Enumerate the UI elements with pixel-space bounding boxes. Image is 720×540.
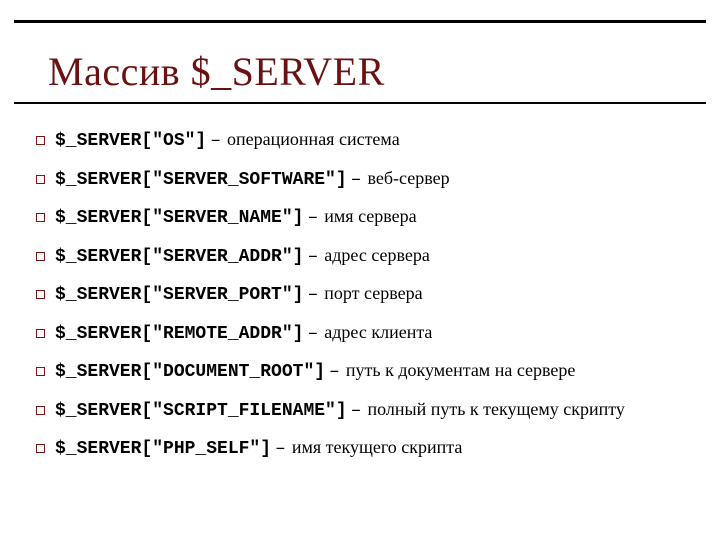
list-item: $_SERVER["PHP_SELF"] – имя текущего скри… [36,436,684,461]
separator: – [347,169,368,192]
bullet-icon [36,329,45,338]
code-text: $_SERVER["SCRIPT_FILENAME"] [55,400,347,423]
bullet-icon [36,213,45,222]
list-item: $_SERVER["SERVER_ADDR"] – адрес сервера [36,244,684,269]
slide: Массив $_SERVER $_SERVER["OS"] – операци… [0,0,720,540]
page-title: Массив $_SERVER [48,48,385,95]
list-item: $_SERVER["DOCUMENT_ROOT"] – путь к докум… [36,359,684,384]
separator: – [271,438,292,461]
bullet-icon [36,175,45,184]
list-item: $_SERVER["SERVER_PORT"] – порт сервера [36,282,684,307]
code-text: $_SERVER["SERVER_PORT"] [55,284,303,307]
code-text: $_SERVER["PHP_SELF"] [55,438,271,461]
list-item: $_SERVER["SCRIPT_FILENAME"] – полный пут… [36,398,684,423]
desc-text: полный путь к текущему скрипту [367,398,624,421]
code-text: $_SERVER["SERVER_NAME"] [55,207,303,230]
bullet-icon [36,367,45,376]
bullet-icon [36,444,45,453]
desc-text: адрес клиента [324,321,432,344]
list-item: $_SERVER["REMOTE_ADDR"] – адрес клиента [36,321,684,346]
separator: – [325,361,346,384]
code-text: $_SERVER["REMOTE_ADDR"] [55,323,303,346]
code-text: $_SERVER["DOCUMENT_ROOT"] [55,361,325,384]
desc-text: путь к документам на сервере [346,359,576,382]
list-item: $_SERVER["SERVER_NAME"] – имя сервера [36,205,684,230]
bullet-icon [36,290,45,299]
separator: – [303,323,324,346]
desc-text: имя текущего скрипта [292,436,463,459]
separator: – [303,207,324,230]
desc-text: адрес сервера [324,244,430,267]
title-underline [14,102,706,104]
code-text: $_SERVER["SERVER_ADDR"] [55,246,303,269]
separator: – [206,130,227,153]
top-accent-bar [14,20,706,23]
separator: – [303,284,324,307]
list-item: $_SERVER["OS"] – операционная система [36,128,684,153]
code-text: $_SERVER["OS"] [55,130,206,153]
desc-text: веб-сервер [367,167,449,190]
bullet-icon [36,252,45,261]
desc-text: порт сервера [324,282,422,305]
desc-text: операционная система [227,128,400,151]
separator: – [303,246,324,269]
bullet-icon [36,406,45,415]
separator: – [347,400,368,423]
code-text: $_SERVER["SERVER_SOFTWARE"] [55,169,347,192]
list-item: $_SERVER["SERVER_SOFTWARE"] – веб-сервер [36,167,684,192]
bullet-icon [36,136,45,145]
desc-text: имя сервера [324,205,416,228]
content-list: $_SERVER["OS"] – операционная система $_… [36,128,684,475]
